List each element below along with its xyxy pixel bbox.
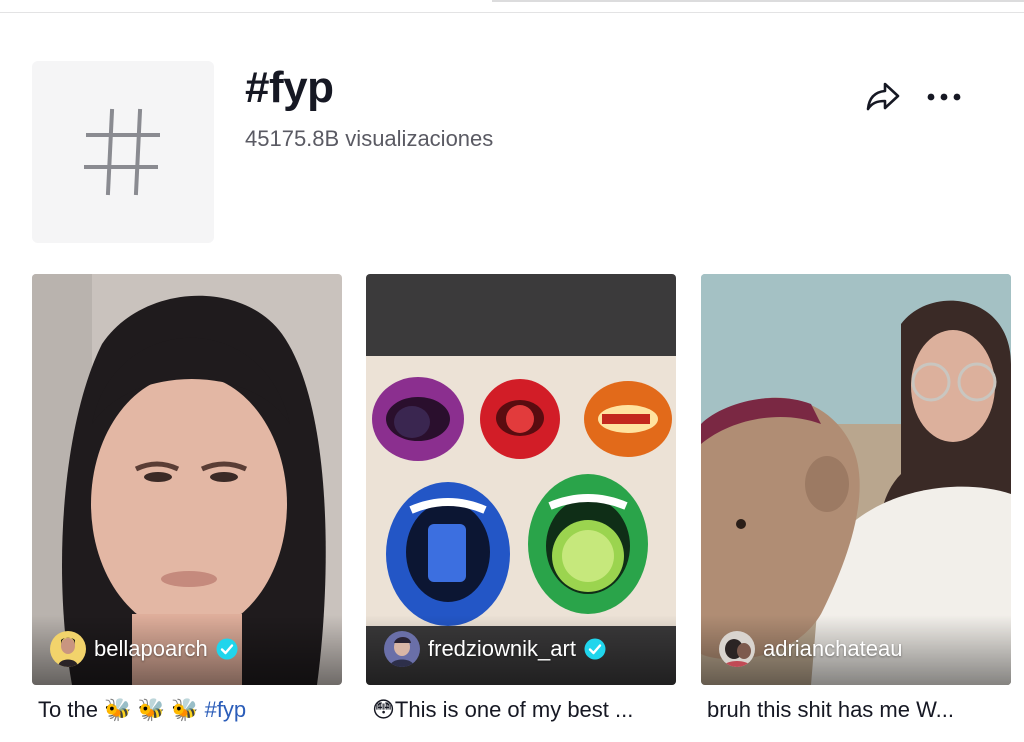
video-caption[interactable]: 😳This is one of my best ... xyxy=(372,697,682,723)
video-author-row: adrianchateau xyxy=(719,631,902,667)
video-author-row: fredziownik_art xyxy=(384,631,606,667)
avatar[interactable] xyxy=(719,631,755,667)
more-options-button[interactable] xyxy=(922,78,966,116)
top-tab-indicator xyxy=(492,0,1024,2)
caption-text: 😳This is one of my best ... xyxy=(372,697,634,722)
more-dots-icon xyxy=(927,93,961,101)
video-card[interactable]: bellapoarch xyxy=(32,274,342,685)
video-author-row: bellapoarch xyxy=(50,631,238,667)
verified-badge-icon xyxy=(584,638,606,660)
hashtag-view-count: 45175.8B visualizaciones xyxy=(245,126,494,151)
video-card[interactable]: adrianchateau xyxy=(701,274,1011,685)
avatar[interactable] xyxy=(384,631,420,667)
caption-text: bruh this shit has me W... xyxy=(707,697,954,722)
video-caption[interactable]: To the 🐝 🐝 🐝 #fyp xyxy=(38,697,348,723)
hashtag-cover xyxy=(32,61,214,243)
share-icon xyxy=(866,82,900,111)
author-username[interactable]: fredziownik_art xyxy=(428,636,576,662)
verified-badge-icon xyxy=(216,638,238,660)
hashtag-title: #fyp xyxy=(245,63,334,112)
caption-hashtag-link[interactable]: #fyp xyxy=(205,697,247,722)
share-button[interactable] xyxy=(862,78,904,116)
video-caption[interactable]: bruh this shit has me W... xyxy=(707,697,1017,723)
author-username[interactable]: bellapoarch xyxy=(94,636,208,662)
video-card[interactable]: fredziownik_art xyxy=(366,274,676,685)
author-username[interactable]: adrianchateau xyxy=(763,636,902,662)
avatar[interactable] xyxy=(50,631,86,667)
caption-text: To the 🐝 🐝 🐝 xyxy=(38,697,199,722)
hashtag-icon xyxy=(84,108,160,196)
